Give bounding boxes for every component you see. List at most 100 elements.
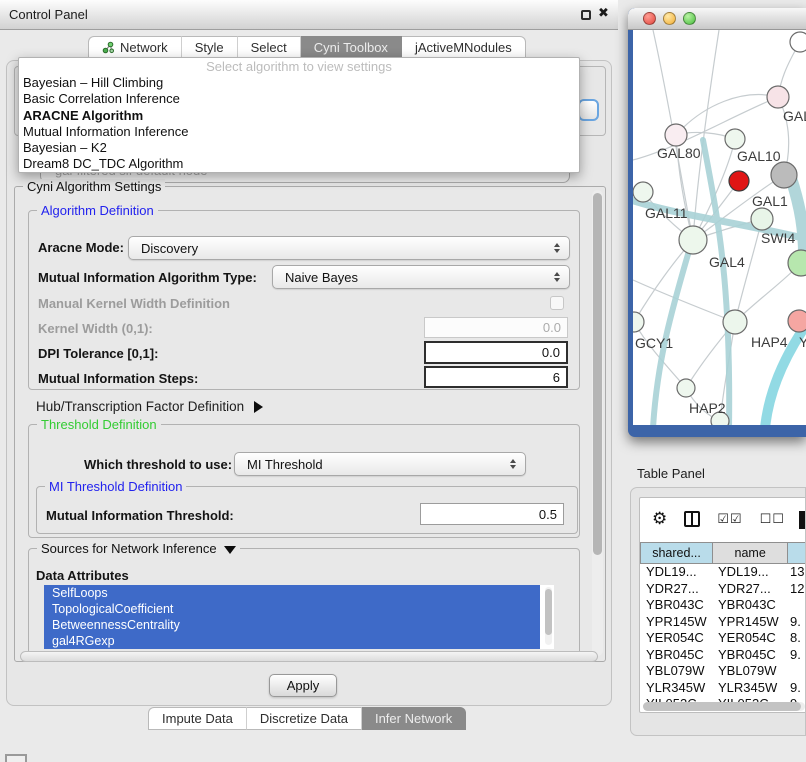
network-node-swi4[interactable] [751,208,773,230]
tab-label: jActiveMNodules [415,40,512,55]
control-panel-titlebar[interactable]: Control Panel ✖ [0,0,618,30]
which-threshold-value: MI Threshold [247,457,323,472]
popup-item[interactable]: Mutual Information Inference [19,124,579,140]
combo-spinner-focused-fragment[interactable] [578,99,599,121]
which-threshold-label: Which threshold to use: [84,457,232,472]
mi-threshold-field[interactable]: 0.5 [420,503,564,525]
threshold-definition-title: Threshold Definition [37,417,161,432]
table-row[interactable]: YDL19...YDL19...13 [640,564,806,581]
table-row[interactable]: YPR145WYPR145W9. [640,614,806,631]
network-node[interactable] [788,250,806,276]
kernel-width-field[interactable]: 0.0 [424,317,568,338]
attribute-item-selected[interactable]: TopologicalCoefficient [44,601,540,617]
column-header-shared-name[interactable]: shared... [640,542,713,564]
network-node[interactable] [788,310,806,332]
sources-group-title[interactable]: Sources for Network Inference [37,541,240,556]
float-window-icon[interactable] [581,10,591,20]
settings-vertical-scroll-thumb[interactable] [593,193,602,555]
node-label: HAP4 [751,334,788,350]
table-row[interactable]: YDR27...YDR27...12 [640,581,806,598]
network-node-hap2[interactable] [677,379,695,397]
popup-item[interactable]: Dream8 DC_TDC Algorithm [19,156,579,172]
mi-type-label: Mutual Information Algorithm Type: [38,270,257,285]
network-canvas[interactable]: GAL GAL80 GAL10 GAL1 GAL11 SWI4 GAL4 GCY… [633,30,806,425]
control-panel-tabbar: Network Style Select Cyni Toolbox jActiv… [88,36,526,59]
manual-kernel-checkbox[interactable] [550,296,564,310]
panel-title: Control Panel [9,7,88,22]
table-mode-icon[interactable] [799,511,806,529]
tab-discretize-data[interactable]: Discretize Data [247,707,362,730]
column-header-partial[interactable] [788,542,806,564]
mi-steps-label: Mutual Information Steps: [38,371,198,386]
attribute-item-selected[interactable]: BetweennessCentrality [44,617,540,633]
node-label: GAL [783,108,806,124]
tab-jactivemnodules[interactable]: jActiveMNodules [402,36,526,59]
algorithm-definition-title: Algorithm Definition [37,203,158,218]
tab-label: Impute Data [162,711,233,726]
popup-item[interactable]: Basic Correlation Inference [19,91,579,107]
popup-item[interactable]: Bayesian – K2 [19,140,579,156]
select-all-checkboxes-icon[interactable]: ☑☑ [717,512,742,527]
close-traffic-light-icon[interactable] [643,12,656,25]
network-node[interactable] [767,86,789,108]
attribute-list-scroll-thumb[interactable] [545,589,552,635]
aracne-mode-combo[interactable]: Discovery [128,236,570,260]
tab-infer-network[interactable]: Infer Network [362,707,466,730]
column-header-name[interactable]: name [713,542,788,564]
node-label: GCY1 [635,335,673,351]
table-row[interactable]: YBR043CYBR043C [640,597,806,614]
tab-label: Select [251,40,287,55]
which-threshold-combo[interactable]: MI Threshold [234,452,526,476]
cell-shared-name: YBR045C [640,647,714,664]
table-row[interactable]: YLR345WYLR345W9. [640,680,806,697]
apply-button[interactable]: Apply [269,674,337,697]
deselect-all-checkboxes-icon[interactable]: ☐☐ [760,512,785,527]
network-node-gcy1[interactable] [633,312,644,332]
cell-name: YBR045C [714,647,790,664]
table-row[interactable]: YBR045CYBR045C9. [640,647,806,664]
cell-name: YBL079W [714,663,790,680]
tab-network[interactable]: Network [88,36,182,59]
tab-select[interactable]: Select [238,36,301,59]
network-node-gal1[interactable] [729,171,749,191]
network-node-gal10[interactable] [725,129,745,149]
gear-icon[interactable]: ⚙ [652,511,667,528]
table-horizontal-scrollbar [643,702,805,711]
combo-spinner-icon [554,243,560,253]
network-window-titlebar[interactable] [628,8,806,30]
network-node[interactable] [790,32,806,52]
mi-steps-field[interactable]: 6 [424,366,568,388]
network-node[interactable] [771,162,797,188]
network-node-gal11[interactable] [633,182,653,202]
settings-vertical-scrollbar [592,190,603,656]
columns-icon[interactable] [684,511,700,527]
table-row[interactable]: YBL079WYBL079W [640,663,806,680]
mi-threshold-label: Mutual Information Threshold: [46,508,234,523]
popup-item[interactable]: Bayesian – Hill Climbing [19,75,579,91]
network-node-gal80[interactable] [665,124,687,146]
node-label: SWI4 [761,230,795,246]
tab-cyni-toolbox[interactable]: Cyni Toolbox [301,36,402,59]
network-node-gal4[interactable] [679,226,707,254]
tab-style[interactable]: Style [182,36,238,59]
screen: Control Panel ✖ Network Style Select Cyn… [0,0,806,762]
attribute-item-selected[interactable]: gal4RGexp [44,633,540,649]
kernel-width-label: Kernel Width (0,1): [38,321,153,336]
expander-down-icon [224,546,236,554]
table-horizontal-scroll-thumb[interactable] [643,702,801,711]
minimize-traffic-light-icon[interactable] [663,12,676,25]
tab-impute-data[interactable]: Impute Data [148,707,247,730]
dpi-tolerance-field[interactable]: 0.0 [424,341,568,364]
close-icon[interactable]: ✖ [598,6,609,21]
cell-shared-name: YER054C [640,630,714,647]
hub-definition-expander[interactable]: Hub/Transcription Factor Definition [36,399,263,414]
table-row[interactable]: YER054CYER054C8. [640,630,806,647]
cell-shared-name: YDL19... [640,564,714,581]
node-label: GAL80 [657,145,701,161]
attribute-item-selected[interactable]: SelfLoops [44,585,540,601]
zoom-traffic-light-icon[interactable] [683,12,696,25]
popup-item-selected[interactable]: ARACNE Algorithm [19,108,579,124]
mi-type-combo[interactable]: Naive Bayes [272,265,570,289]
settings-horizontal-scrollbar[interactable] [20,651,598,662]
network-node-hap4[interactable] [723,310,747,334]
